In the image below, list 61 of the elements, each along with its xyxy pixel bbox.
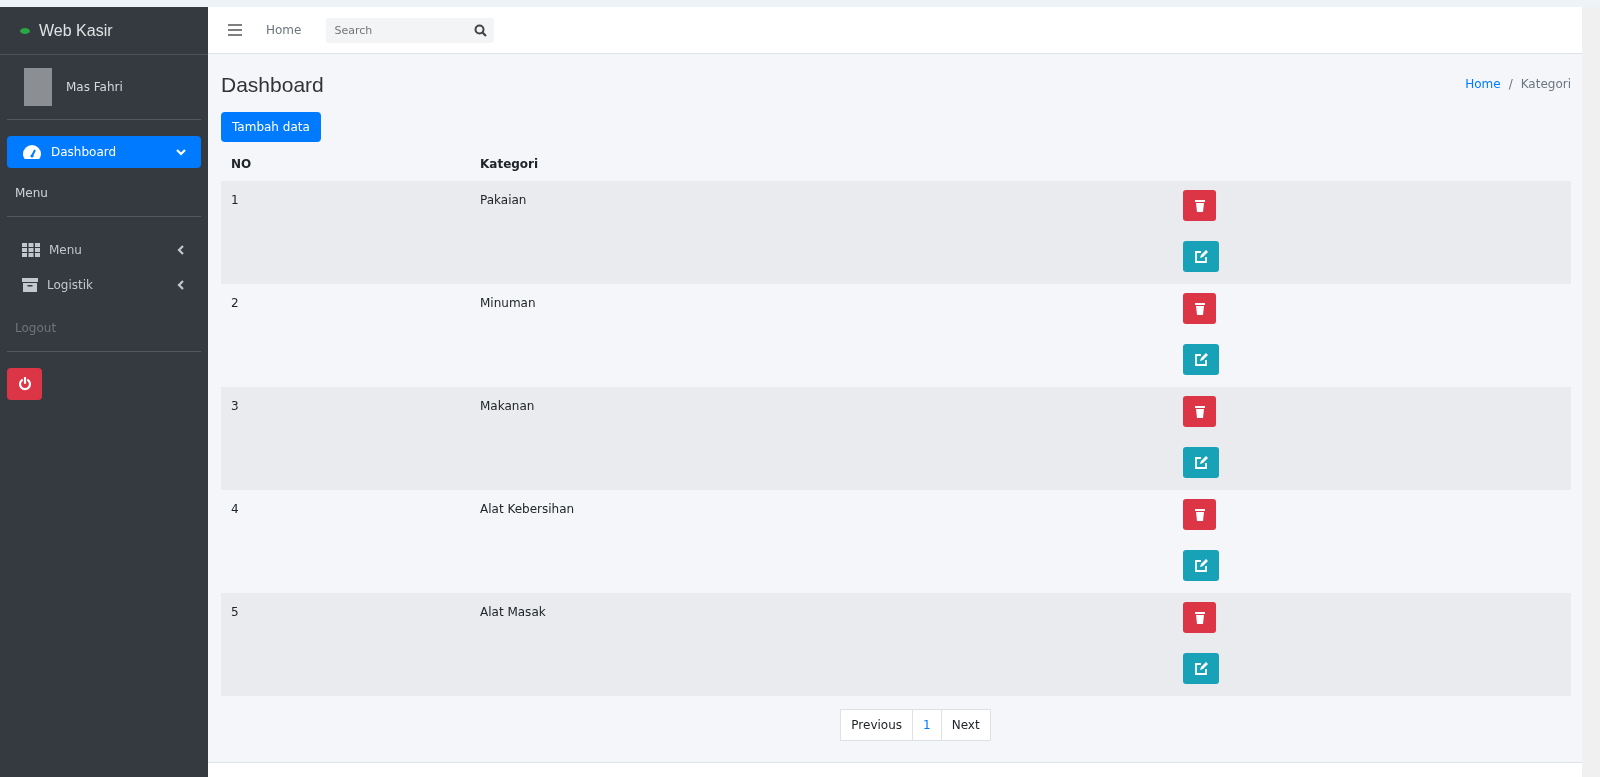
edit-icon xyxy=(1194,662,1208,675)
table-cell: Alat Masak xyxy=(480,605,546,619)
edit-button[interactable] xyxy=(1183,447,1219,478)
archive-icon xyxy=(22,278,38,292)
breadcrumb-item: Kategori xyxy=(1520,77,1571,91)
table-cell: 1 xyxy=(231,193,239,207)
edit-icon xyxy=(1194,559,1208,572)
table-cell: Pakaian xyxy=(480,193,527,207)
nav-item[interactable]: Dashboard xyxy=(7,136,201,168)
edit-button[interactable] xyxy=(1183,653,1219,684)
column-header: Kategori xyxy=(480,157,539,171)
pagination-link[interactable]: Previous xyxy=(840,709,914,741)
home-link[interactable]: Home xyxy=(266,23,302,37)
edit-icon xyxy=(1194,250,1208,263)
edit-button[interactable] xyxy=(1183,550,1219,581)
nav-item[interactable]: Menu xyxy=(7,234,201,266)
nav-item[interactable]: Logistik xyxy=(7,269,201,301)
breadcrumb-link[interactable]: Home xyxy=(1465,77,1501,91)
delete-button[interactable] xyxy=(1183,396,1216,427)
delete-button[interactable] xyxy=(1183,190,1216,221)
brand-name: Web Kasir xyxy=(39,21,113,40)
grid-icon xyxy=(22,243,40,257)
table-cell: 4 xyxy=(231,502,239,516)
search-icon xyxy=(473,23,487,37)
trash-icon xyxy=(1194,611,1205,624)
delete-button[interactable] xyxy=(1183,499,1216,530)
table-cell: 3 xyxy=(231,399,239,413)
edit-icon xyxy=(1194,353,1208,366)
chevron-left-icon xyxy=(176,280,186,290)
delete-button[interactable] xyxy=(1183,602,1216,633)
chevron-down-icon xyxy=(176,147,186,157)
pagination-link[interactable]: 1 xyxy=(912,709,942,741)
table-cell: 5 xyxy=(231,605,239,619)
trash-icon xyxy=(1194,199,1205,212)
search-button[interactable] xyxy=(466,17,495,43)
column-header: NO xyxy=(231,157,252,171)
logo-icon xyxy=(19,26,31,35)
power-icon xyxy=(17,377,32,391)
power-button[interactable] xyxy=(7,368,42,400)
table-cell: Makanan xyxy=(480,399,535,413)
pagination-link[interactable]: Next xyxy=(940,709,991,741)
user-name: Mas Fahri xyxy=(66,80,123,94)
nav-header: Menu xyxy=(14,185,49,202)
trash-icon xyxy=(1194,302,1205,315)
chevron-left-icon xyxy=(176,245,186,255)
table-cell: 2 xyxy=(231,296,239,310)
table-cell: Minuman xyxy=(480,296,536,310)
trash-icon xyxy=(1194,405,1205,418)
search-field[interactable]: Search xyxy=(326,17,467,43)
breadcrumb-separator: / xyxy=(1508,77,1513,91)
avatar-photo-placeholder xyxy=(24,68,52,106)
menu-icon[interactable] xyxy=(228,24,242,36)
table-cell: Alat Kebersihan xyxy=(480,502,575,516)
add-button[interactable]: Tambah data xyxy=(221,112,321,142)
page-title: Dashboard xyxy=(221,73,324,97)
gauge-icon xyxy=(22,144,42,160)
edit-button[interactable] xyxy=(1183,344,1219,375)
edit-button[interactable] xyxy=(1183,241,1219,272)
edit-icon xyxy=(1194,456,1208,469)
delete-button[interactable] xyxy=(1183,293,1216,324)
trash-icon xyxy=(1194,508,1205,521)
